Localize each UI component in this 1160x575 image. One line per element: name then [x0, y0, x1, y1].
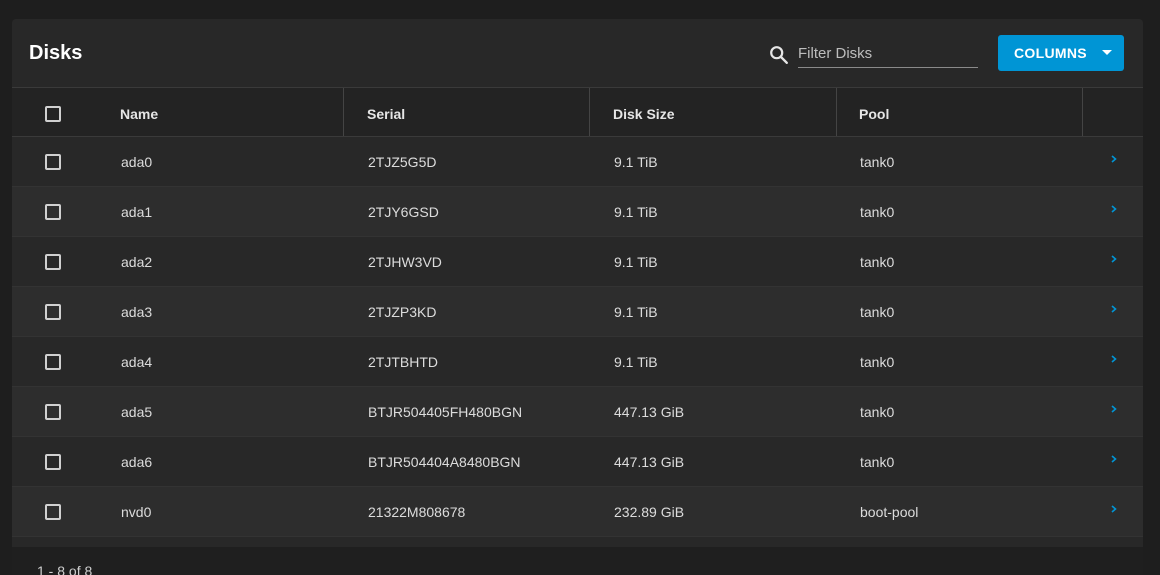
disk-size: 232.89 GiB: [614, 504, 685, 520]
column-divider[interactable]: [589, 88, 590, 136]
disk-size: 447.13 GiB: [614, 404, 685, 420]
disk-name: ada2: [121, 254, 153, 270]
disk-pool: tank0: [860, 154, 895, 170]
disk-name: ada5: [121, 404, 153, 420]
disk-size: 9.1 TiB: [614, 154, 658, 170]
disk-size: 447.13 GiB: [614, 454, 685, 470]
disk-serial: 2TJHW3VD: [368, 254, 442, 270]
disk-name: ada0: [121, 154, 153, 170]
table-row[interactable]: ada6 BTJR504404A8480BGN 447.13 GiB tank0: [12, 437, 1143, 487]
table-row[interactable]: ada4 2TJTBHTD 9.1 TiB tank0: [12, 337, 1143, 387]
row-checkbox[interactable]: [45, 504, 61, 520]
column-header-serial[interactable]: Serial: [367, 88, 405, 136]
disk-pool: tank0: [860, 354, 895, 370]
table-row[interactable]: ada5 BTJR504405FH480BGN 447.13 GiB tank0: [12, 387, 1143, 437]
table-row[interactable]: ada0 2TJZ5G5D 9.1 TiB tank0: [12, 137, 1143, 187]
chevron-right-icon[interactable]: [1109, 354, 1119, 364]
pagination-range: 1 - 8 of 8: [37, 563, 93, 575]
row-checkbox[interactable]: [45, 454, 61, 470]
table-row[interactable]: ada3 2TJZP3KD 9.1 TiB tank0: [12, 287, 1143, 337]
chevron-right-icon[interactable]: [1109, 254, 1119, 264]
disk-pool: tank0: [860, 254, 895, 270]
disk-serial: 2TJY6GSD: [368, 204, 439, 220]
disk-name: ada3: [121, 304, 153, 320]
disk-size: 9.1 TiB: [614, 204, 658, 220]
column-divider[interactable]: [1082, 88, 1083, 136]
row-checkbox[interactable]: [45, 204, 61, 220]
disk-serial: 2TJZP3KD: [368, 304, 437, 320]
disk-pool: tank0: [860, 404, 895, 420]
disk-size: 9.1 TiB: [614, 254, 658, 270]
disk-serial: 21322M808678: [368, 504, 466, 520]
row-checkbox[interactable]: [45, 404, 61, 420]
disk-serial: 2TJTBHTD: [368, 354, 438, 370]
table-header: Name Serial Disk Size Pool: [12, 88, 1143, 137]
table-footer: 1 - 8 of 8: [12, 547, 1143, 575]
row-checkbox[interactable]: [45, 154, 61, 170]
table-row[interactable]: nvd0 21322M808678 232.89 GiB boot-pool: [12, 487, 1143, 537]
disk-size: 9.1 TiB: [614, 354, 658, 370]
card-header: Disks COLUMNS: [12, 19, 1143, 88]
caret-down-icon[interactable]: [1102, 50, 1112, 55]
column-header-disk-size[interactable]: Disk Size: [613, 88, 674, 136]
disk-size: 9.1 TiB: [614, 304, 658, 320]
column-divider[interactable]: [343, 88, 344, 136]
disk-name: ada4: [121, 354, 153, 370]
disk-name: nvd0: [121, 504, 152, 520]
row-checkbox[interactable]: [45, 254, 61, 270]
disk-pool: boot-pool: [860, 504, 919, 520]
table-row[interactable]: ada2 2TJHW3VD 9.1 TiB tank0: [12, 237, 1143, 287]
table-row[interactable]: ada1 2TJY6GSD 9.1 TiB tank0: [12, 187, 1143, 237]
disk-pool: tank0: [860, 454, 895, 470]
disk-serial: 2TJZ5G5D: [368, 154, 437, 170]
chevron-right-icon[interactable]: [1109, 454, 1119, 464]
disk-pool: tank0: [860, 304, 895, 320]
chevron-right-icon[interactable]: [1109, 304, 1119, 314]
columns-button[interactable]: COLUMNS: [998, 35, 1124, 71]
column-divider[interactable]: [836, 88, 837, 136]
disk-serial: BTJR504404A8480BGN: [368, 454, 521, 470]
disk-name: ada1: [121, 204, 153, 220]
search-icon[interactable]: [768, 44, 790, 66]
row-checkbox[interactable]: [45, 354, 61, 370]
disk-pool: tank0: [860, 204, 895, 220]
row-checkbox[interactable]: [45, 304, 61, 320]
columns-button-label: COLUMNS: [1014, 45, 1087, 61]
select-all-checkbox[interactable]: [45, 106, 61, 122]
disk-name: ada6: [121, 454, 153, 470]
filter-disks-input[interactable]: [798, 39, 978, 68]
disks-card: Disks COLUMNS Name Serial Disk Size Pool…: [12, 19, 1143, 575]
chevron-right-icon[interactable]: [1109, 504, 1119, 514]
column-header-name[interactable]: Name: [120, 88, 158, 136]
disk-serial: BTJR504405FH480BGN: [368, 404, 523, 420]
chevron-right-icon[interactable]: [1109, 404, 1119, 414]
column-header-pool[interactable]: Pool: [859, 88, 889, 136]
chevron-right-icon[interactable]: [1109, 154, 1119, 164]
page-title: Disks: [29, 42, 83, 64]
chevron-right-icon[interactable]: [1109, 204, 1119, 214]
